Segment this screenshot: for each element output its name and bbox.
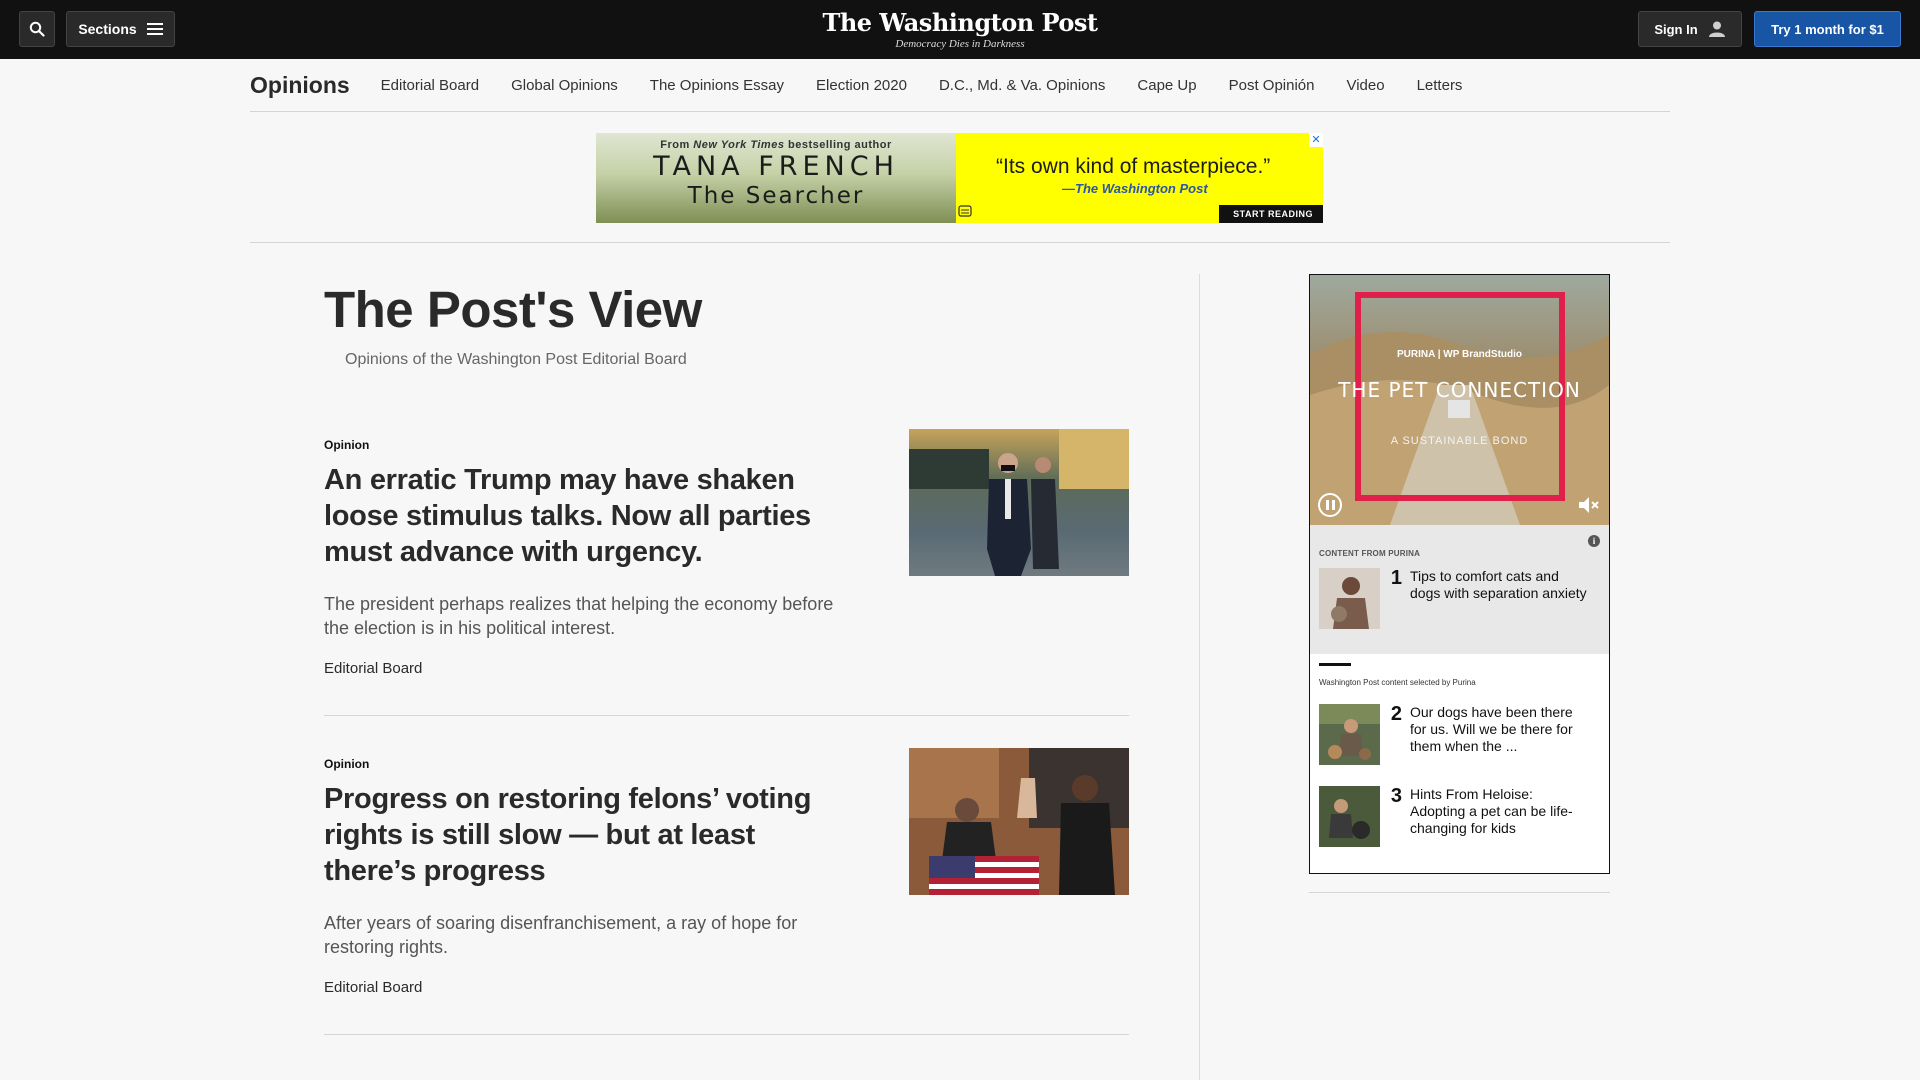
user-icon bbox=[1708, 21, 1725, 37]
close-icon[interactable]: ✕ bbox=[1309, 133, 1323, 147]
nav-election-2020[interactable]: Election 2020 bbox=[816, 77, 907, 94]
sections-button[interactable]: Sections bbox=[66, 11, 175, 47]
banner-ad-from-pub: New York Times bbox=[693, 139, 785, 151]
site-tagline: Democracy Dies in Darkness bbox=[895, 38, 1025, 50]
story-byline[interactable]: Editorial Board bbox=[324, 660, 1129, 677]
banner-ad-from: From New York Times bestselling author bbox=[596, 139, 956, 151]
divider bbox=[250, 242, 1670, 243]
banner-ad-quote-source: —The Washington Post bbox=[1062, 181, 1208, 196]
list-number: 3 bbox=[1390, 785, 1402, 807]
story-image-graphic bbox=[909, 429, 1129, 576]
rail-ad-brand: PURINA | WP BrandStudio bbox=[1396, 349, 1523, 360]
opinions-nav: Opinions Editorial Board Global Opinions… bbox=[250, 59, 1670, 112]
story-byline[interactable]: Editorial Board bbox=[324, 979, 1129, 996]
story-image[interactable] bbox=[909, 429, 1129, 576]
sponsored-list-item[interactable]: 2 Our dogs have been there for us. Will … bbox=[1319, 704, 1599, 765]
page-subtitle: Opinions of the Washington Post Editoria… bbox=[345, 351, 687, 368]
banner-ad-book-panel: From New York Times bestselling author T… bbox=[596, 133, 956, 223]
story-headline[interactable]: An erratic Trump may have shaken loose s… bbox=[324, 462, 854, 570]
list-thumbnail bbox=[1319, 786, 1380, 847]
nav-letters[interactable]: Letters bbox=[1417, 77, 1463, 94]
banner-ad-quote-panel: “Its own kind of masterpiece.” —The Wash… bbox=[956, 133, 1323, 223]
divider bbox=[1309, 892, 1610, 893]
banner-ad-quote: “Its own kind of masterpiece.” bbox=[996, 155, 1271, 178]
banner-ad-cta[interactable]: START READING bbox=[1219, 205, 1323, 223]
subscribe-trial-button[interactable]: Try 1 month for $1 bbox=[1754, 11, 1901, 47]
story-summary: The president perhaps realizes that help… bbox=[324, 594, 834, 638]
banner-ad[interactable]: From New York Times bestselling author T… bbox=[596, 133, 1323, 223]
nav-cape-up[interactable]: Cape Up bbox=[1137, 77, 1196, 94]
sponsored-list-item[interactable]: 3 Hints From Heloise: Adopting a pet can… bbox=[1319, 786, 1599, 847]
sponsored-content-panel: i CONTENT FROM PURINA 1 Tips to comfort … bbox=[1310, 525, 1609, 654]
sponsored-video[interactable]: PURINA | WP BrandStudio THE PET CONNECTI… bbox=[1310, 275, 1609, 525]
story-image[interactable] bbox=[909, 748, 1129, 895]
story-headline[interactable]: Progress on restoring felons’ voting rig… bbox=[324, 781, 854, 889]
sponsored-rail-ad[interactable]: PURINA | WP BrandStudio THE PET CONNECTI… bbox=[1309, 274, 1610, 874]
nav-dc-md-va-opinions[interactable]: D.C., Md. & Va. Opinions bbox=[939, 77, 1105, 94]
story-card: Opinion An erratic Trump may have shaken… bbox=[324, 429, 1129, 716]
banner-ad-from-suffix: bestselling author bbox=[788, 139, 892, 151]
content-label: CONTENT FROM PURINA bbox=[1319, 549, 1421, 558]
banner-ad-book-title: The Searcher bbox=[687, 183, 865, 209]
site-logo[interactable]: The Washington Post bbox=[760, 8, 1160, 38]
info-icon[interactable]: i bbox=[1588, 535, 1600, 547]
column-divider bbox=[1199, 274, 1200, 1080]
list-number: 1 bbox=[1390, 567, 1402, 589]
rail-ad-subtitle: A SUSTAINABLE BOND bbox=[1390, 435, 1529, 447]
mute-icon[interactable] bbox=[1577, 495, 1601, 515]
masthead[interactable]: The Washington Post Democracy Dies in Da… bbox=[760, 8, 1160, 50]
pause-icon[interactable] bbox=[1318, 493, 1342, 517]
story-summary: After years of soaring disenfranchisemen… bbox=[324, 913, 798, 957]
list-thumbnail bbox=[1319, 568, 1380, 629]
search-icon bbox=[29, 21, 45, 37]
list-title[interactable]: Hints From Heloise: Adopting a pet can b… bbox=[1410, 786, 1590, 847]
sections-label: Sections bbox=[78, 21, 137, 37]
sponsor-note: Washington Post content selected by Puri… bbox=[1319, 678, 1476, 687]
page-title: The Post's View bbox=[324, 281, 702, 338]
nav-editorial-board[interactable]: Editorial Board bbox=[381, 77, 479, 94]
list-number: 2 bbox=[1390, 703, 1402, 725]
story-card: Opinion Progress on restoring felons’ vo… bbox=[324, 748, 1129, 1035]
nav-opinions-essay[interactable]: The Opinions Essay bbox=[650, 77, 784, 94]
nav-post-opinion[interactable]: Post Opinión bbox=[1229, 77, 1315, 94]
list-thumbnail bbox=[1319, 704, 1380, 765]
hamburger-icon bbox=[146, 23, 163, 35]
divider bbox=[1319, 663, 1351, 666]
search-button[interactable] bbox=[19, 11, 55, 47]
top-bar: Sections The Washington Post Democracy D… bbox=[0, 0, 1920, 59]
story-image-graphic bbox=[909, 748, 1129, 895]
list-title[interactable]: Our dogs have been there for us. Will we… bbox=[1410, 704, 1590, 765]
banner-ad-author: TANA FRENCH bbox=[653, 151, 899, 182]
nav-global-opinions[interactable]: Global Opinions bbox=[511, 77, 618, 94]
section-title[interactable]: Opinions bbox=[250, 72, 350, 99]
sponsored-list-item[interactable]: 1 Tips to comfort cats and dogs with sep… bbox=[1319, 568, 1599, 629]
list-title[interactable]: Tips to comfort cats and dogs with separ… bbox=[1410, 568, 1590, 629]
sign-in-button[interactable]: Sign In bbox=[1638, 11, 1742, 47]
rail-ad-title: THE PET CONNECTION bbox=[1338, 378, 1581, 402]
nav-video[interactable]: Video bbox=[1346, 77, 1384, 94]
book-reader-icon bbox=[958, 205, 972, 217]
banner-ad-from-prefix: From bbox=[660, 139, 690, 151]
sign-in-label: Sign In bbox=[1654, 21, 1698, 37]
